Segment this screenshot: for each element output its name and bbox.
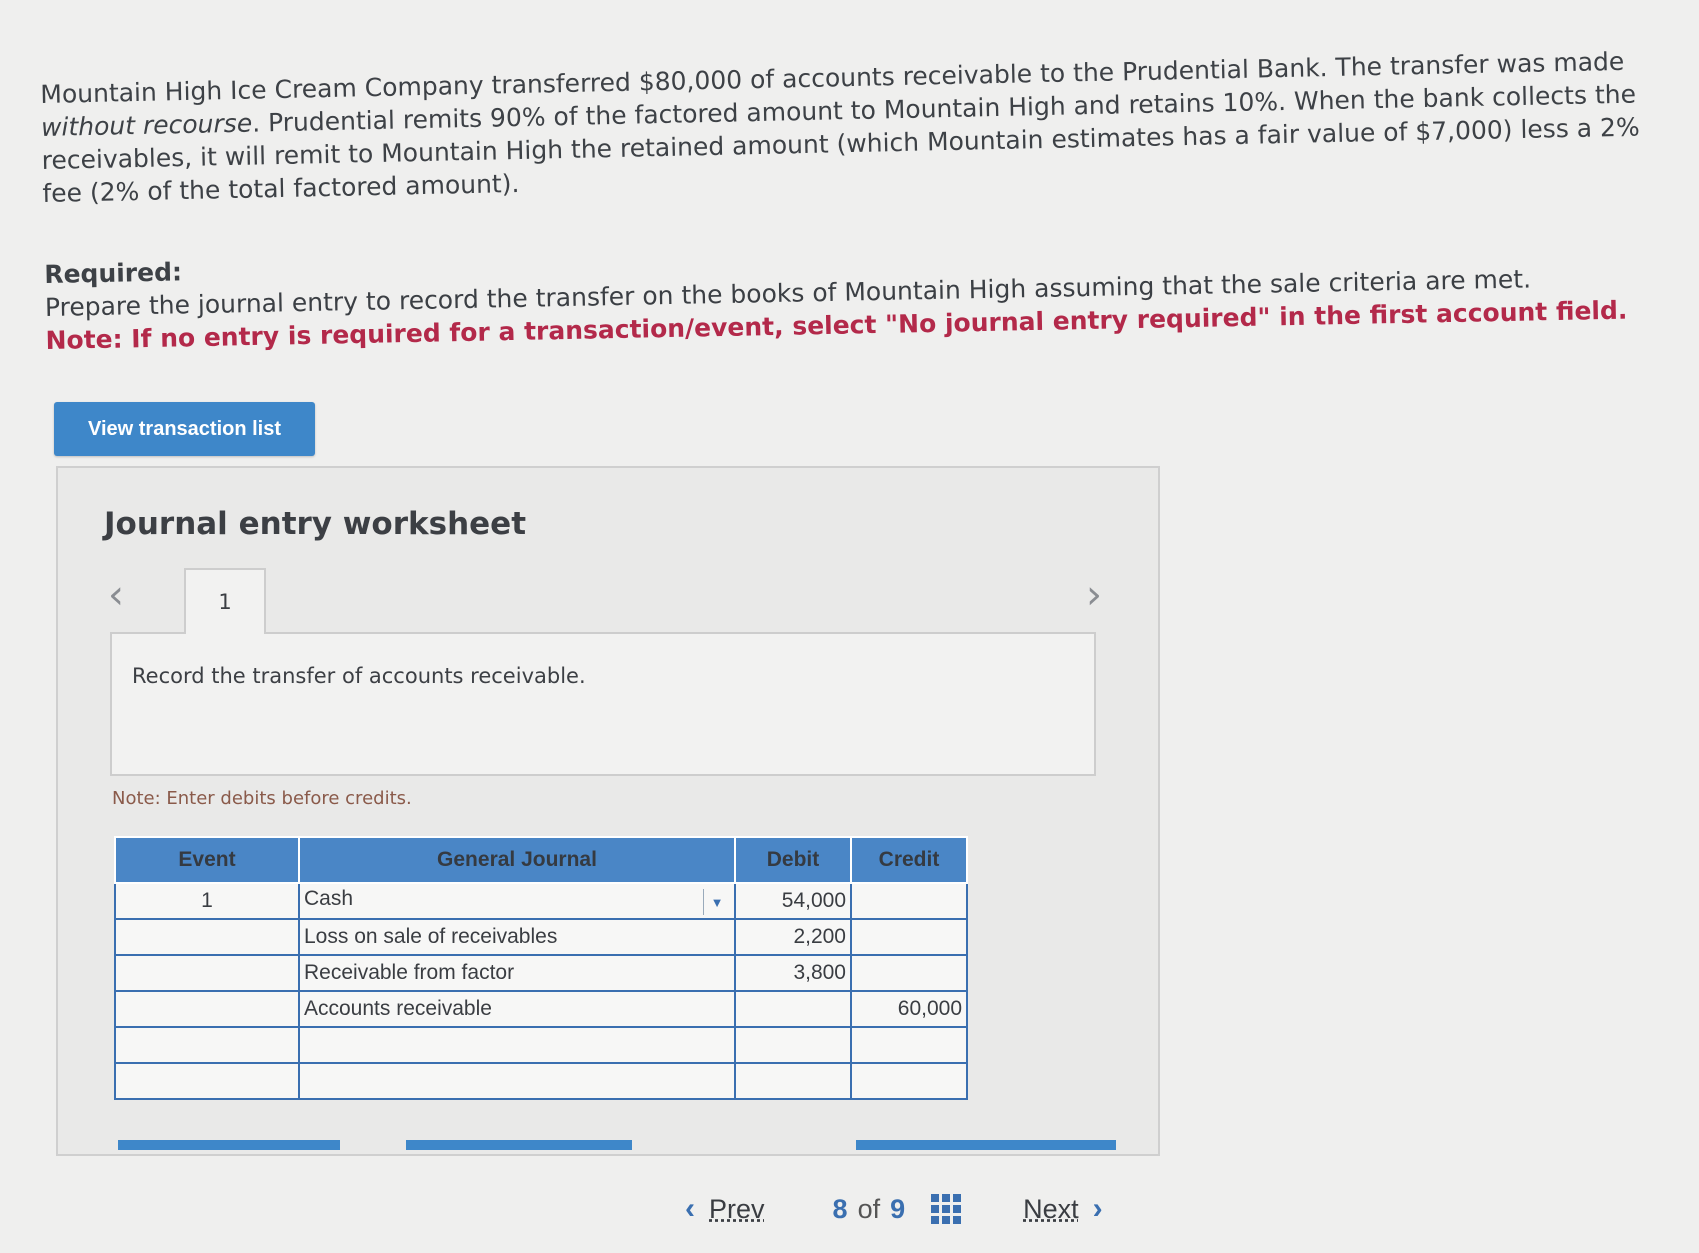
- view-general-journal-button[interactable]: [856, 1140, 1116, 1150]
- debit-input[interactable]: [734, 1026, 852, 1064]
- debit-input[interactable]: 54,000: [734, 882, 852, 920]
- problem-statement: Mountain High Ice Cream Company transfer…: [40, 44, 1652, 210]
- dropdown-arrow-icon[interactable]: ▼: [703, 889, 730, 915]
- total-pages: 9: [890, 1193, 906, 1224]
- journal-entry-worksheet: Journal entry worksheet ‹ › 1 Record the…: [56, 466, 1160, 1156]
- table-row: Accounts receivable 60,000: [114, 990, 968, 1028]
- credit-input[interactable]: 60,000: [850, 990, 968, 1028]
- column-header-general-journal: General Journal: [298, 836, 736, 884]
- table-row: Loss on sale of receivables 2,200: [114, 918, 968, 956]
- account-select[interactable]: Accounts receivable: [298, 990, 736, 1028]
- event-cell: [114, 954, 300, 992]
- table-row: Receivable from factor 3,800: [114, 954, 968, 992]
- tab-1[interactable]: 1: [184, 568, 266, 634]
- tab-panel: Record the transfer of accounts receivab…: [110, 632, 1096, 776]
- page-count: 8 of 9: [833, 1194, 906, 1225]
- event-cell: [114, 1026, 300, 1064]
- table-row: [114, 1062, 968, 1100]
- chevron-right-icon: ›: [1092, 1192, 1103, 1225]
- required-section: Required: Prepare the journal entry to r…: [44, 227, 1646, 357]
- account-value: Cash: [304, 887, 354, 910]
- credit-input[interactable]: [850, 1062, 968, 1100]
- next-button[interactable]: Next ›: [1023, 1192, 1103, 1226]
- column-header-event: Event: [114, 836, 300, 884]
- view-transaction-list-button[interactable]: View transaction list: [54, 402, 315, 456]
- account-select[interactable]: Receivable from factor: [298, 954, 736, 992]
- table-row: [114, 1026, 968, 1064]
- account-select[interactable]: Cash ▼: [298, 882, 736, 920]
- worksheet-title: Journal entry worksheet: [104, 506, 527, 542]
- account-select[interactable]: [298, 1026, 736, 1064]
- debit-input[interactable]: [734, 1062, 852, 1100]
- current-page: 8: [832, 1193, 848, 1224]
- page-of: of: [857, 1193, 881, 1224]
- credit-input[interactable]: [850, 954, 968, 992]
- chevron-left-icon[interactable]: ‹: [108, 572, 124, 618]
- event-cell: [114, 918, 300, 956]
- event-cell: 1: [114, 882, 300, 920]
- entry-note: Note: Enter debits before credits.: [112, 788, 412, 809]
- chevron-left-icon: ‹: [685, 1192, 695, 1225]
- clear-entry-button[interactable]: [406, 1140, 632, 1150]
- account-select[interactable]: [298, 1062, 736, 1100]
- account-select[interactable]: Loss on sale of receivables: [298, 918, 736, 956]
- credit-input[interactable]: [850, 1026, 968, 1064]
- problem-italic: without recourse: [40, 108, 253, 142]
- table-header-row: Event General Journal Debit Credit: [114, 836, 968, 884]
- column-header-credit: Credit: [850, 836, 968, 884]
- journal-table: Event General Journal Debit Credit 1 Cas…: [114, 836, 968, 1100]
- next-label: Next: [1023, 1193, 1079, 1224]
- column-header-debit: Debit: [734, 836, 852, 884]
- grid-icon[interactable]: [931, 1194, 962, 1224]
- record-entry-button[interactable]: [118, 1140, 340, 1150]
- event-cell: [114, 990, 300, 1028]
- debit-input[interactable]: [734, 990, 852, 1028]
- chevron-right-icon[interactable]: ›: [1086, 572, 1102, 618]
- table-row: 1 Cash ▼ 54,000: [114, 882, 968, 920]
- pagination: ‹ Prev 8 of 9 Next ›: [685, 1176, 1180, 1242]
- credit-input[interactable]: [850, 882, 968, 920]
- debit-input[interactable]: 3,800: [734, 954, 852, 992]
- prev-label: Prev: [709, 1193, 765, 1224]
- credit-input[interactable]: [850, 918, 968, 956]
- event-cell: [114, 1062, 300, 1100]
- prev-button[interactable]: ‹ Prev: [685, 1192, 765, 1226]
- worksheet-instruction: Record the transfer of accounts receivab…: [132, 664, 586, 688]
- debit-input[interactable]: 2,200: [734, 918, 852, 956]
